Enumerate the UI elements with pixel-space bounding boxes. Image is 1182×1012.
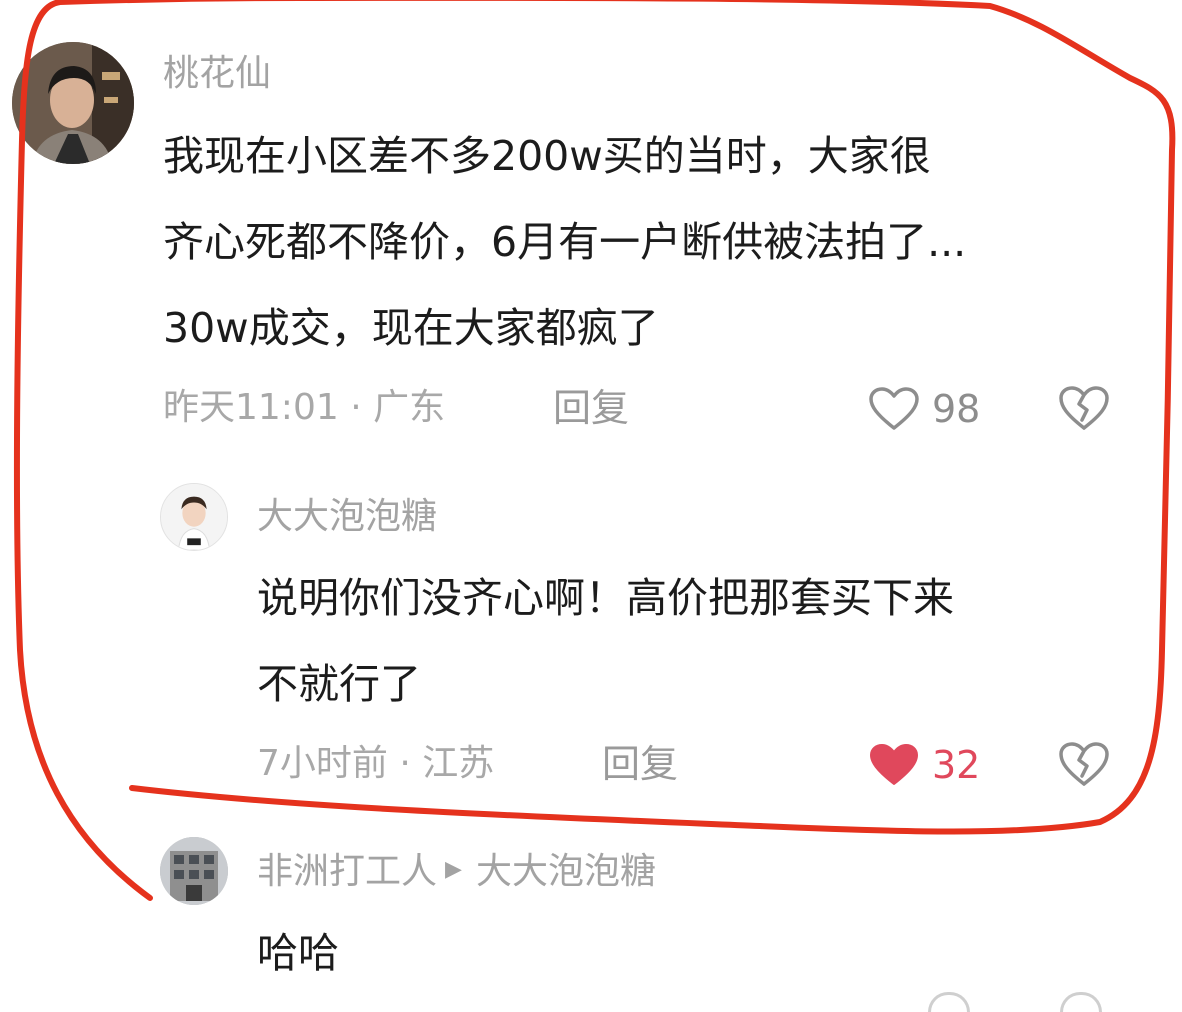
comment-text-line: 说明你们没齐心啊！高价把那套买下来 xyxy=(257,574,954,622)
like-count: 32 xyxy=(932,743,981,787)
comment-location: 江苏 xyxy=(422,743,495,784)
heart-outline-icon xyxy=(869,387,919,430)
like-button[interactable]: 32 xyxy=(868,742,980,788)
meta-separator: · xyxy=(387,743,423,784)
comment-time: 昨天11:01 xyxy=(163,387,339,428)
avatar-dadapaopaotang[interactable] xyxy=(160,483,228,551)
comment-text-line: 30w成交，现在大家都疯了 xyxy=(163,304,659,352)
comment-username[interactable]: 桃花仙 xyxy=(163,52,271,96)
comment-text-line: 齐心死都不降价，6月有一户断供被法拍了... xyxy=(163,218,967,266)
reply-to-username[interactable]: 大大泡泡糖 xyxy=(476,851,656,892)
comment-text: 说明你们没齐心啊！高价把那套买下来 不就行了 xyxy=(257,555,1137,727)
avatar-feizhoudagongren[interactable] xyxy=(160,837,228,905)
comment-text-line: 不就行了 xyxy=(257,660,421,708)
reply-header: 非洲打工人 ▶ 大大泡泡糖 xyxy=(257,850,656,895)
comment-text-line: 我现在小区差不多200w买的当时，大家很 xyxy=(163,132,931,180)
comment-text-line: 哈哈 xyxy=(257,929,339,977)
like-count: 98 xyxy=(932,387,981,431)
comment-username[interactable]: 大大泡泡糖 xyxy=(257,495,437,539)
comment-text: 哈哈 xyxy=(257,910,1137,996)
meta-separator: · xyxy=(338,387,374,428)
broken-heart-icon[interactable] xyxy=(1058,384,1110,432)
comment-meta: 昨天11:01 · 广东 xyxy=(163,386,445,430)
heart-filled-icon xyxy=(870,744,918,785)
reply-button[interactable]: 回复 xyxy=(553,386,629,430)
comment-time: 7小时前 xyxy=(257,743,388,784)
comment-meta: 7小时前 · 江苏 xyxy=(257,742,494,786)
comment-text: 我现在小区差不多200w买的当时，大家很 齐心死都不降价，6月有一户断供被法拍了… xyxy=(163,113,1153,371)
reply-button[interactable]: 回复 xyxy=(602,742,678,786)
triangle-right-icon: ▶ xyxy=(445,857,462,882)
comment-location: 广东 xyxy=(373,387,446,428)
avatar-taohuaxian[interactable] xyxy=(12,42,134,164)
like-button[interactable]: 98 xyxy=(868,386,980,432)
comment-username[interactable]: 非洲打工人 xyxy=(257,851,437,892)
broken-heart-icon[interactable] xyxy=(1058,740,1110,788)
